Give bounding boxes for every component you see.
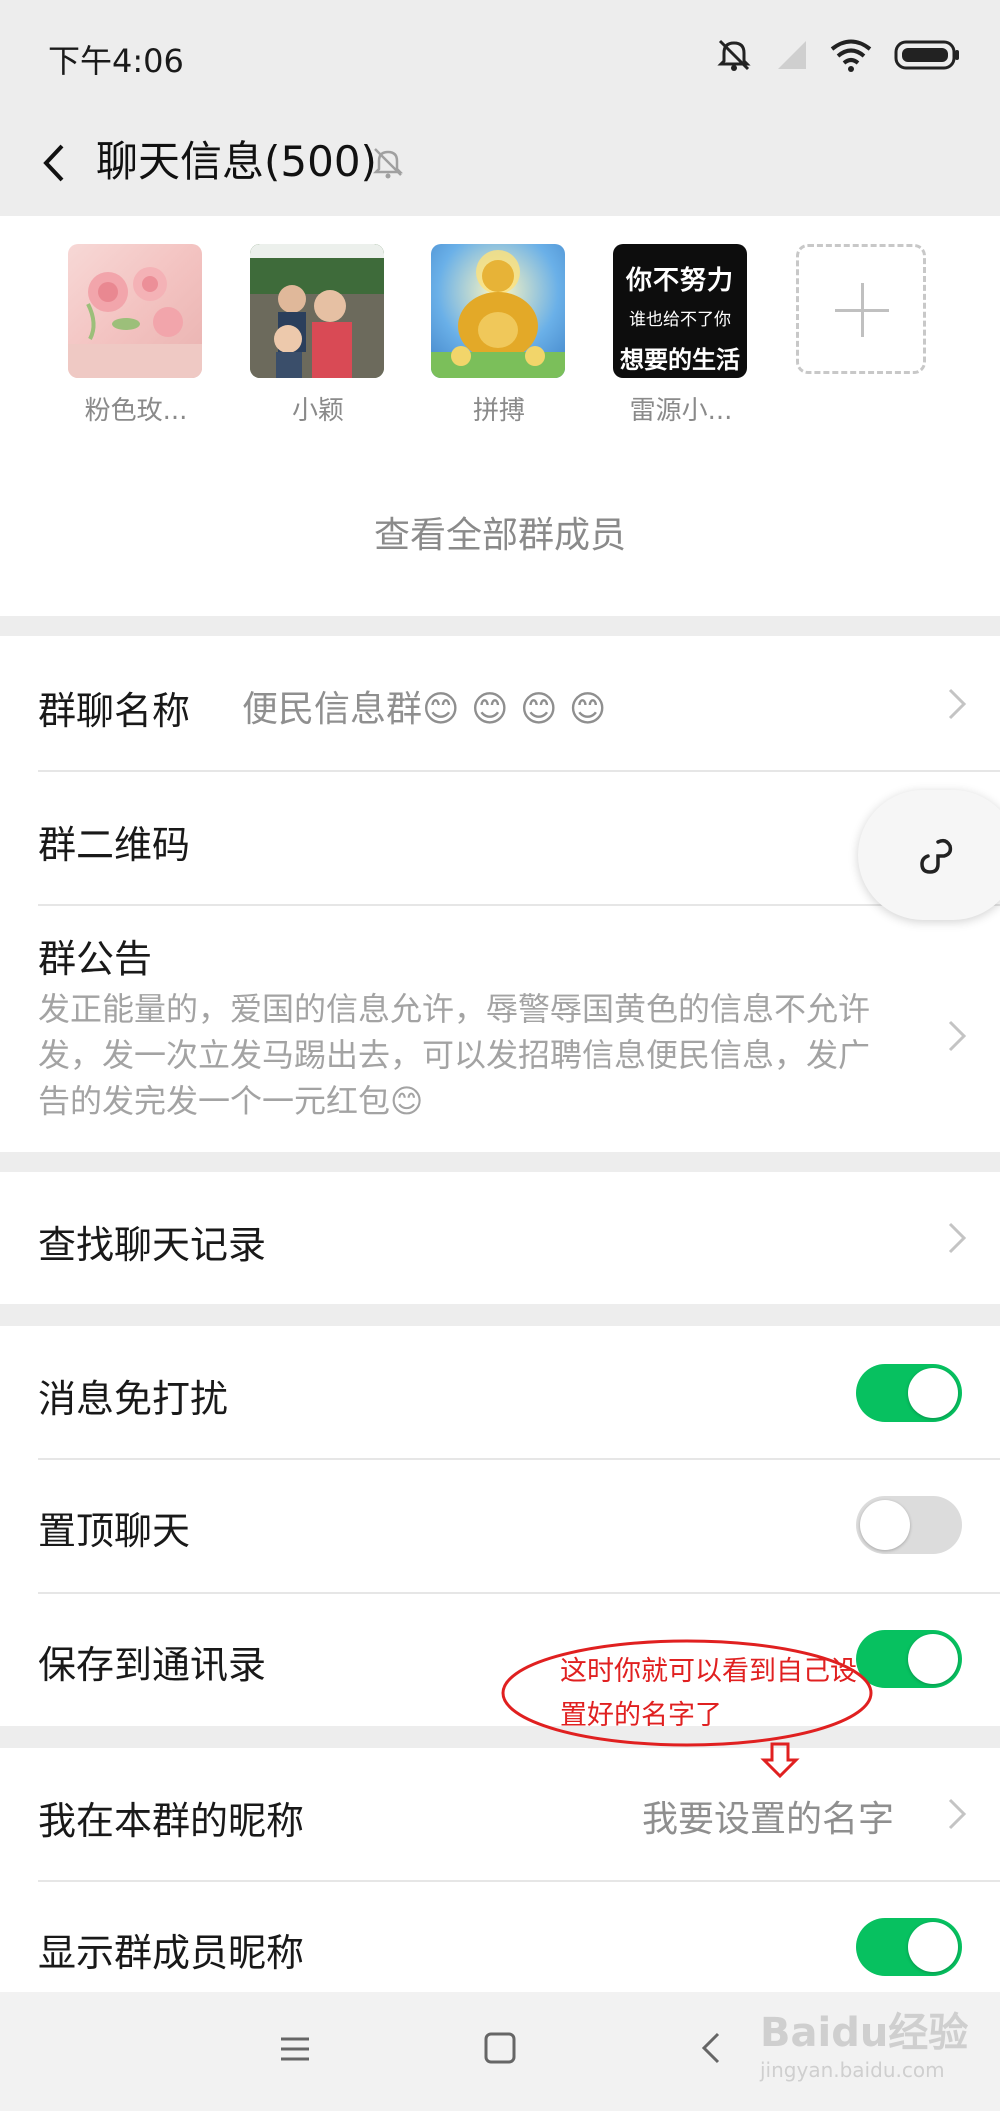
chevron-right-icon xyxy=(948,1222,967,1254)
floating-window-button[interactable] xyxy=(858,790,1000,920)
status-time: 下午4:06 xyxy=(48,42,184,80)
search-history-label: 查找聊天记录 xyxy=(38,1223,267,1267)
battery-icon xyxy=(894,40,959,70)
mute-label: 消息免打扰 xyxy=(38,1377,229,1421)
home-icon[interactable] xyxy=(482,2030,518,2066)
group-name-label: 群聊名称 xyxy=(38,689,191,733)
show-nicknames-toggle[interactable] xyxy=(856,1918,962,1976)
chevron-right-icon xyxy=(948,1020,967,1052)
search-section: 查找聊天记录 xyxy=(0,1172,1000,1304)
signal-icon xyxy=(778,41,806,69)
mute-toggle[interactable] xyxy=(856,1364,962,1422)
title-bar: 聊天信息(500) xyxy=(0,110,1000,216)
show-nicknames-row: 显示群成员昵称 xyxy=(0,1882,1000,1992)
my-nickname-label: 我在本群的昵称 xyxy=(38,1799,305,1843)
mute-row: 消息免打扰 xyxy=(0,1326,1000,1458)
back-nav-icon[interactable] xyxy=(696,2030,726,2066)
my-nickname-row[interactable]: 我在本群的昵称 我要设置的名字 xyxy=(0,1748,1000,1880)
pin-toggle[interactable] xyxy=(856,1496,962,1554)
group-notice-text: 发正能量的，爱国的信息允许，辱警辱国黄色的信息不允许发，发一次立发马踢出去，可以… xyxy=(38,990,871,1120)
annotation-text: 这时你就可以看到自己设置好的名字了 xyxy=(560,1656,857,1731)
member-name: 小颖 xyxy=(291,396,344,426)
group-qrcode-row[interactable]: 群二维码 xyxy=(0,772,1000,904)
mute-icon xyxy=(717,39,751,71)
chevron-right-icon xyxy=(948,1798,967,1830)
search-history-row[interactable]: 查找聊天记录 xyxy=(0,1172,1000,1304)
group-qrcode-label: 群二维码 xyxy=(38,823,191,867)
back-arrow-icon[interactable] xyxy=(30,136,84,190)
member-item[interactable]: 小颖 xyxy=(250,244,386,427)
baidu-watermark: Baidu经验 jingyan.baidu.com xyxy=(760,2010,969,2082)
pin-label: 置顶聊天 xyxy=(38,1509,191,1553)
member-name: 拼搏 xyxy=(472,396,525,426)
group-notice-label: 群公告 xyxy=(38,937,153,981)
group-name-value: 便民信息群😊 😊 😊 😊 xyxy=(242,689,607,730)
avatar xyxy=(431,244,565,378)
group-info-section: 群聊名称 便民信息群😊 😊 😊 😊 群二维码 群公告 发正能量的，爱国的信息允许… xyxy=(0,636,1000,1152)
member-item[interactable]: 粉色玫... xyxy=(68,244,204,427)
pin-row: 置顶聊天 xyxy=(0,1460,1000,1592)
avatar xyxy=(68,244,202,378)
menu-icon[interactable] xyxy=(278,2032,312,2066)
avatar xyxy=(250,244,384,378)
my-nickname-value: 我要设置的名字 xyxy=(642,1799,895,1840)
wifi-icon xyxy=(830,39,872,72)
page-title: 聊天信息(500) xyxy=(96,137,377,186)
member-item[interactable]: 你不努力 谁也给不了你 想要的生活 雷源小... xyxy=(613,244,749,427)
mini-program-link-icon xyxy=(920,838,953,874)
save-contacts-label: 保存到通讯录 xyxy=(38,1643,267,1687)
member-name: 粉色玫... xyxy=(84,396,188,426)
avatar: 你不努力 谁也给不了你 想要的生活 xyxy=(613,244,747,378)
member-name: 雷源小... xyxy=(629,396,733,426)
annotation-arrow-icon xyxy=(760,1742,800,1779)
group-notice-row[interactable]: 群公告 发正能量的，爱国的信息允许，辱警辱国黄色的信息不允许发，发一次立发马踢出… xyxy=(0,906,1000,1152)
show-nicknames-label: 显示群成员昵称 xyxy=(38,1931,305,1975)
member-item[interactable]: 拼搏 xyxy=(431,244,567,427)
view-all-members-link[interactable]: 查看全部群成员 xyxy=(0,506,1000,558)
group-name-row[interactable]: 群聊名称 便民信息群😊 😊 😊 😊 xyxy=(0,636,1000,770)
chevron-right-icon xyxy=(948,688,967,720)
members-panel: 粉色玫... 小颖 拼搏 你不努力 谁也给不了你 想要的生活 雷源小... 查看… xyxy=(0,216,1000,616)
nickname-section: 我在本群的昵称 我要设置的名字 显示群成员昵称 xyxy=(0,1748,1000,1992)
status-bar: 下午4:06 xyxy=(0,0,1000,110)
bell-off-icon xyxy=(372,148,404,179)
add-member-icon[interactable] xyxy=(796,244,926,374)
